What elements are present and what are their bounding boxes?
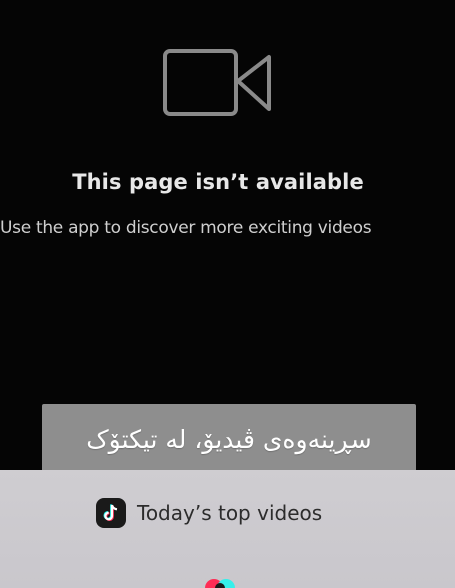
loading-dots-icon xyxy=(205,579,235,588)
video-camera-icon xyxy=(163,49,271,116)
caption-overlay: سڕینەوەی ڤیدیۆ، لە تیکتۆک xyxy=(42,404,416,474)
unavailable-page: This page isn’t available Use the app to… xyxy=(0,0,455,470)
page-subtitle: Use the app to discover more exciting vi… xyxy=(0,218,372,238)
caption-text: سڕینەوەی ڤیدیۆ، لە تیکتۆک xyxy=(86,424,372,454)
todays-top-videos-label: Today’s top videos xyxy=(137,501,323,525)
page-title: This page isn’t available xyxy=(72,170,364,194)
tiktok-logo-icon xyxy=(96,498,126,528)
bottom-sheet: Today’s top videos xyxy=(0,470,455,588)
todays-top-videos-link[interactable]: Today’s top videos xyxy=(96,497,322,529)
